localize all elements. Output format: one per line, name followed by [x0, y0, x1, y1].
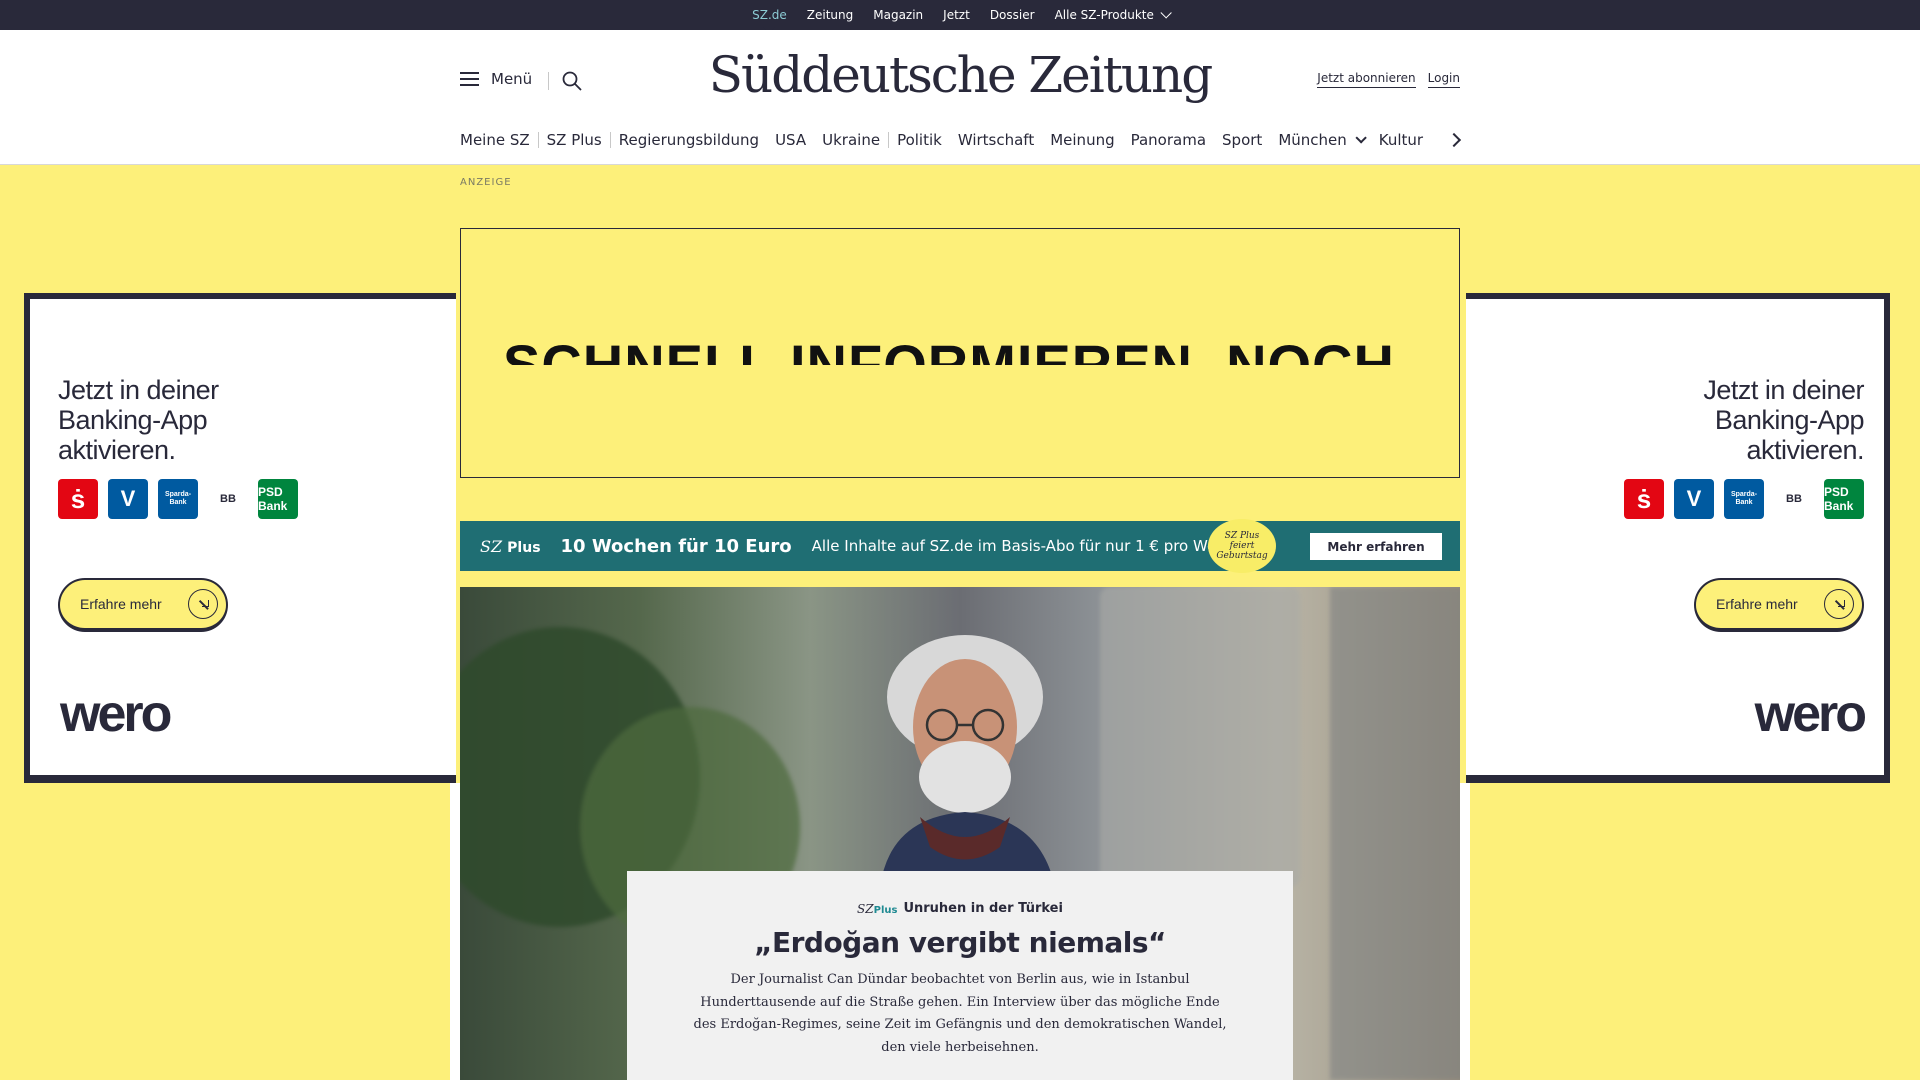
ad-headline: Jetzt in deiner Banking-App aktivieren. [58, 375, 219, 465]
chevron-down-icon [1355, 132, 1367, 144]
nav-item-politik[interactable]: Politik [889, 131, 950, 149]
sz-plus-promo[interactable]: SZ Plus 10 Wochen für 10 Euro Alle Inhal… [460, 519, 1460, 573]
wero-logo: wero [1754, 685, 1867, 743]
portrait-figure [880, 635, 1055, 887]
main-nav: Meine SZ SZ Plus Regierungsbildung USA U… [460, 131, 1460, 149]
nav-item-meinung[interactable]: Meinung [1042, 131, 1122, 149]
article-headline[interactable]: „Erdoğan vergibt niemals“ [627, 926, 1293, 959]
nav-item-regierungsbildung[interactable]: Regierungsbildung [611, 131, 767, 149]
nav-item-muenchen[interactable]: München [1270, 131, 1370, 149]
sz-plus-logo: SZ Plus [480, 537, 541, 556]
nav-item-panorama[interactable]: Panorama [1123, 131, 1214, 149]
sparda-bank-logo: Sparda-Bank [1724, 479, 1764, 519]
subscribe-link[interactable]: Jetzt abonnieren [1317, 71, 1416, 88]
topbar-link-magazin[interactable]: Magazin [873, 8, 923, 22]
arrow-down-right-icon [1824, 589, 1854, 619]
ad-label: ANZEIGE [460, 177, 512, 188]
article-summary: Der Journalist Can Dündar beobachtet von… [693, 972, 1227, 1055]
nav-item-ukraine[interactable]: Ukraine [814, 131, 888, 149]
image-detail [1100, 587, 1300, 887]
promo-more-button[interactable]: Mehr erfahren [1310, 533, 1442, 560]
ad-cta-label: Erfahre mehr [1716, 596, 1798, 612]
kicker-text: Unruhen in der Türkei [903, 901, 1063, 916]
volksbank-logo: V [108, 479, 148, 519]
hamburger-icon [460, 72, 479, 86]
sz-plus-logo-sz: SZ [857, 901, 874, 916]
sz-plus-logo-plus: Plus [507, 539, 541, 556]
badge-line: SZ Plus [1224, 531, 1260, 541]
side-ad-left[interactable]: Jetzt in deiner Banking-App aktivieren. … [24, 293, 456, 783]
bbbank-logo: BB [1774, 479, 1814, 519]
nav-scroll-right-icon[interactable] [1448, 132, 1462, 146]
ad-headline-line: Banking-App [1714, 405, 1865, 435]
ad-headline-line: Jetzt in deiner [58, 375, 219, 405]
chevron-down-icon [1160, 7, 1172, 19]
bank-logos: ṡ V Sparda-Bank BB PSD Bank [1624, 479, 1864, 519]
wero-logo: wero [60, 685, 172, 743]
article-teaser[interactable]: SZPlus Unruhen in der Türkei „Erdoğan ve… [627, 871, 1293, 1080]
account-links: Jetzt abonnieren Login [1317, 71, 1460, 88]
article-kicker: SZPlus Unruhen in der Türkei [627, 901, 1293, 916]
ad-headline-line: aktivieren. [1746, 435, 1864, 465]
banner-ad[interactable]: SCHNELL INFORMIEREN. NOCH [460, 228, 1460, 478]
ad-cta-label: Erfahre mehr [80, 596, 162, 612]
ad-headline-line: Jetzt in deiner [1703, 375, 1864, 405]
nav-item-wirtschaft[interactable]: Wirtschaft [950, 131, 1042, 149]
bank-logos: ṡ V Sparda-Bank BB PSD Bank [58, 479, 298, 519]
topbar-link-dossier[interactable]: Dossier [990, 8, 1035, 22]
topbar-link-jetzt[interactable]: Jetzt [943, 8, 970, 22]
promo-description: Alle Inhalte auf SZ.de im Basis-Abo für … [811, 537, 1248, 555]
service-bar: SZ.de Zeitung Magazin Jetzt Dossier Alle… [0, 0, 1920, 33]
nav-item-sport[interactable]: Sport [1214, 131, 1270, 149]
sz-plus-logo-plus: Plus [873, 904, 898, 916]
menu-button[interactable]: Menü [460, 70, 532, 88]
menu-label: Menü [491, 70, 533, 88]
login-link[interactable]: Login [1427, 71, 1460, 88]
badge-line: feiert [1229, 541, 1255, 551]
topbar-link-sz-de[interactable]: SZ.de [752, 8, 787, 33]
site-logo[interactable]: Süddeutsche Zeitung [700, 46, 1220, 104]
ad-cta-button[interactable]: Erfahre mehr [58, 578, 228, 632]
nav-item-usa[interactable]: USA [767, 131, 814, 149]
badge-line: Geburtstag [1216, 551, 1268, 561]
nav-item-kultur[interactable]: Kultur [1371, 131, 1431, 149]
anniversary-badge: SZ Plus feiert Geburtstag [1208, 519, 1276, 573]
banner-ad-text: SCHNELL INFORMIEREN. NOCH [503, 333, 1395, 365]
psd-bank-logo: PSD Bank [1824, 479, 1864, 519]
bbbank-logo: BB [208, 479, 248, 519]
side-ad-right[interactable]: Jetzt in deiner Banking-App aktivieren. … [1466, 293, 1890, 783]
topbar-products-dropdown[interactable]: Alle SZ-Produkte [1054, 7, 1172, 22]
topbar-products-label: Alle SZ-Produkte [1054, 8, 1154, 22]
image-detail [1330, 587, 1460, 1080]
nav-item-muenchen-label: München [1278, 131, 1347, 149]
ad-cta-button[interactable]: Erfahre mehr [1694, 578, 1864, 632]
topbar-link-zeitung[interactable]: Zeitung [807, 8, 853, 22]
nav-item-sz-plus[interactable]: SZ Plus [539, 131, 610, 149]
ad-headline: Jetzt in deiner Banking-App aktivieren. [1703, 375, 1864, 465]
volksbank-logo: V [1674, 479, 1714, 519]
ad-headline-line: aktivieren. [58, 435, 176, 465]
sparkasse-logo: ṡ [1624, 479, 1664, 519]
sparda-bank-logo: Sparda-Bank [158, 479, 198, 519]
arrow-down-right-icon [188, 589, 218, 619]
psd-bank-logo: PSD Bank [258, 479, 298, 519]
sparkasse-logo: ṡ [58, 479, 98, 519]
sz-plus-logo-sz: SZ [480, 536, 503, 556]
nav-item-meine-sz[interactable]: Meine SZ [460, 131, 538, 149]
divider [548, 72, 549, 90]
ad-headline-line: Banking-App [58, 405, 208, 435]
search-icon[interactable] [562, 71, 582, 91]
sz-plus-logo: SZPlus [857, 902, 897, 916]
promo-title: 10 Wochen für 10 Euro [560, 535, 792, 557]
